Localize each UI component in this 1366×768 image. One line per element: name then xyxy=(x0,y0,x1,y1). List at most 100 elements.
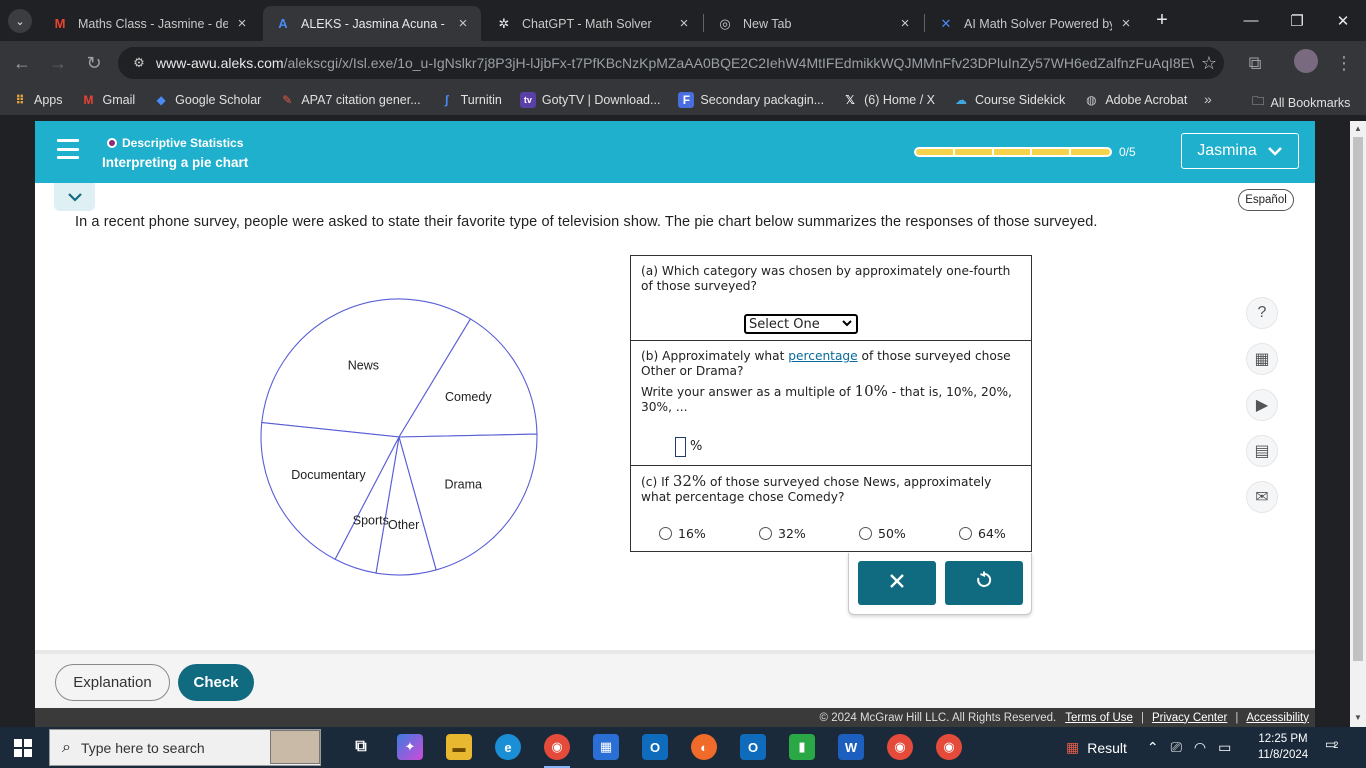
scroll-down-icon[interactable]: ▼ xyxy=(1354,713,1362,722)
bookmark-star-icon[interactable]: ☆ xyxy=(1194,53,1224,74)
close-icon[interactable]: × xyxy=(234,15,250,32)
bookmark-gotytv[interactable]: tv GotyTV | Download... xyxy=(519,92,660,108)
radio-button[interactable] xyxy=(859,527,872,540)
accessibility-link[interactable]: Accessibility xyxy=(1246,712,1309,724)
aleks-topbar: Descriptive Statistics Interpreting a pi… xyxy=(35,121,1315,183)
outlook-new-icon[interactable]: O xyxy=(740,734,766,760)
tab-chatgpt[interactable]: ✲ ChatGPT - Math Solver × xyxy=(484,6,702,41)
scroll-up-icon[interactable]: ▲ xyxy=(1354,124,1362,133)
option-50[interactable]: 50% xyxy=(859,526,959,541)
close-icon[interactable]: × xyxy=(676,15,692,32)
apps-grid-icon: ⠿ xyxy=(15,93,25,107)
pie-label-sports: Sports xyxy=(353,514,389,528)
check-button[interactable]: Check xyxy=(178,664,254,701)
chrome-profile-2-icon[interactable]: ◉ xyxy=(936,734,962,760)
category-select[interactable]: Select One xyxy=(744,314,858,334)
user-menu-button[interactable]: Jasmina xyxy=(1181,133,1299,169)
undo-icon xyxy=(975,571,993,595)
close-icon[interactable]: × xyxy=(455,15,471,32)
show-hidden-icons[interactable]: ⌃ xyxy=(1147,739,1159,756)
terms-link[interactable]: Terms of Use xyxy=(1065,712,1133,724)
bookmark-turnitin[interactable]: ʃ Turnitin xyxy=(439,92,502,108)
close-window-icon[interactable]: ✕ xyxy=(1320,0,1366,41)
bookmark-gmail[interactable]: M Gmail xyxy=(81,92,136,108)
option-16[interactable]: 16% xyxy=(659,526,759,541)
help-icon[interactable]: ? xyxy=(1246,297,1278,329)
bookmark-adobe-acrobat[interactable]: ◍ Adobe Acrobat xyxy=(1083,92,1187,108)
notifications-icon[interactable]: ▭2 xyxy=(1325,737,1347,757)
privacy-link[interactable]: Privacy Center xyxy=(1152,712,1227,724)
bookmark-course-sidekick[interactable]: ☁ Course Sidekick xyxy=(953,92,1065,108)
copilot-icon[interactable]: ✦ xyxy=(397,734,423,760)
word-icon[interactable]: W xyxy=(838,734,864,760)
page-scrollbar[interactable]: ▲ ▼ xyxy=(1350,121,1366,727)
mail-icon[interactable]: ✉ xyxy=(1246,481,1278,513)
bookmark-apa7[interactable]: ✎ APA7 citation gener... xyxy=(279,92,420,108)
new-tab-button[interactable]: + xyxy=(1150,9,1174,33)
percentage-link[interactable]: percentage xyxy=(788,349,857,363)
edge-icon[interactable]: e xyxy=(495,734,521,760)
chevron-down-icon xyxy=(1267,143,1283,159)
reload-icon[interactable]: ↻ xyxy=(81,50,107,76)
collapse-header-button[interactable] xyxy=(54,183,95,211)
file-explorer-icon[interactable]: ▬ xyxy=(446,734,472,760)
option-32[interactable]: 32% xyxy=(759,526,859,541)
tab-new-tab[interactable]: ◎ New Tab × xyxy=(705,6,923,41)
espanol-button[interactable]: Español xyxy=(1238,189,1294,211)
clear-answer-button[interactable] xyxy=(858,561,936,605)
extensions-icon[interactable]: ⧉ xyxy=(1242,50,1268,76)
firefox-icon[interactable]: ◐ xyxy=(691,734,717,760)
green-app-icon[interactable]: ▮ xyxy=(789,734,815,760)
taskbar-clock[interactable]: 12:25 PM 11/8/2024 xyxy=(1253,731,1313,763)
chrome-icon[interactable]: ◉ xyxy=(544,734,570,760)
address-bar[interactable]: ⚙ www-awu.aleks.com/alekscgi/x/Isl.exe/1… xyxy=(118,47,1224,79)
worksheet-icon[interactable]: ▤ xyxy=(1246,435,1278,467)
battery-icon[interactable]: ▭ xyxy=(1218,739,1231,756)
bookmark-secondary-packaging[interactable]: F Secondary packagin... xyxy=(678,92,824,108)
hamburger-menu-icon[interactable] xyxy=(57,139,79,159)
back-icon[interactable]: ← xyxy=(9,50,35,76)
bookmark-apps[interactable]: ⠿ Apps xyxy=(12,92,62,108)
scrollbar-thumb[interactable] xyxy=(1353,137,1363,661)
side-toolbar: ? ▦ ▶ ▤ ✉ xyxy=(1246,297,1278,527)
radio-button[interactable] xyxy=(959,527,972,540)
bookmark-x-home[interactable]: 𝕏 (6) Home / X xyxy=(842,92,935,108)
tab-maths-class[interactable]: M Maths Class - Jasmine - dem × xyxy=(40,6,260,41)
tab-ai-math-solver[interactable]: ✕ AI Math Solver Powered by × xyxy=(926,6,1144,41)
option-64[interactable]: 64% xyxy=(959,526,1059,541)
mathsolver-icon: ✕ xyxy=(940,15,952,31)
close-icon[interactable]: × xyxy=(897,15,913,32)
calculator-icon[interactable]: ▦ xyxy=(1246,343,1278,375)
chrome-profile-icon[interactable]: ◉ xyxy=(887,734,913,760)
minimize-icon[interactable]: — xyxy=(1228,0,1274,41)
windows-start-icon[interactable] xyxy=(14,739,32,757)
task-view-icon[interactable]: ⧉ xyxy=(348,734,374,760)
url-text[interactable]: www-awu.aleks.com/alekscgi/x/Isl.exe/1o_… xyxy=(156,55,1194,71)
weather-text[interactable]: Result xyxy=(1087,740,1127,756)
profile-avatar[interactable] xyxy=(1294,49,1318,73)
video-icon[interactable]: ▶ xyxy=(1246,389,1278,421)
forward-icon[interactable]: → xyxy=(45,50,71,76)
tab-aleks[interactable]: A ALEKS - Jasmina Acuna - Lea × xyxy=(263,6,481,41)
percentage-answer-input[interactable] xyxy=(675,437,686,457)
search-highlight-image xyxy=(270,730,320,764)
undo-button[interactable] xyxy=(945,561,1023,605)
wifi-icon[interactable]: ◠ xyxy=(1194,739,1206,756)
browser-toolbar: ← → ↻ ⚙ www-awu.aleks.com/alekscgi/x/Isl… xyxy=(0,41,1366,85)
site-info-icon[interactable]: ⚙ xyxy=(130,55,148,71)
restore-icon[interactable]: ❐ xyxy=(1274,0,1320,41)
all-bookmarks[interactable]: 🗀 All Bookmarks xyxy=(1252,92,1350,113)
close-icon[interactable]: × xyxy=(1118,15,1134,32)
bookmarks-overflow-icon[interactable]: » xyxy=(1204,91,1212,107)
meet-now-icon[interactable]: ⎚ xyxy=(1171,739,1182,756)
bookmark-google-scholar[interactable]: ◆ Google Scholar xyxy=(153,92,262,108)
turnitin-icon: ʃ xyxy=(444,93,449,107)
browser-tabstrip: ⌄ M Maths Class - Jasmine - dem × A ALEK… xyxy=(0,0,1366,41)
store-icon[interactable]: ▦ xyxy=(593,734,619,760)
radio-button[interactable] xyxy=(759,527,772,540)
radio-button[interactable] xyxy=(659,527,672,540)
tab-search-button[interactable]: ⌄ xyxy=(8,9,32,33)
explanation-button[interactable]: Explanation xyxy=(55,664,170,701)
outlook-icon[interactable]: O xyxy=(642,734,668,760)
menu-kebab-icon[interactable]: ⋮ xyxy=(1331,50,1357,76)
